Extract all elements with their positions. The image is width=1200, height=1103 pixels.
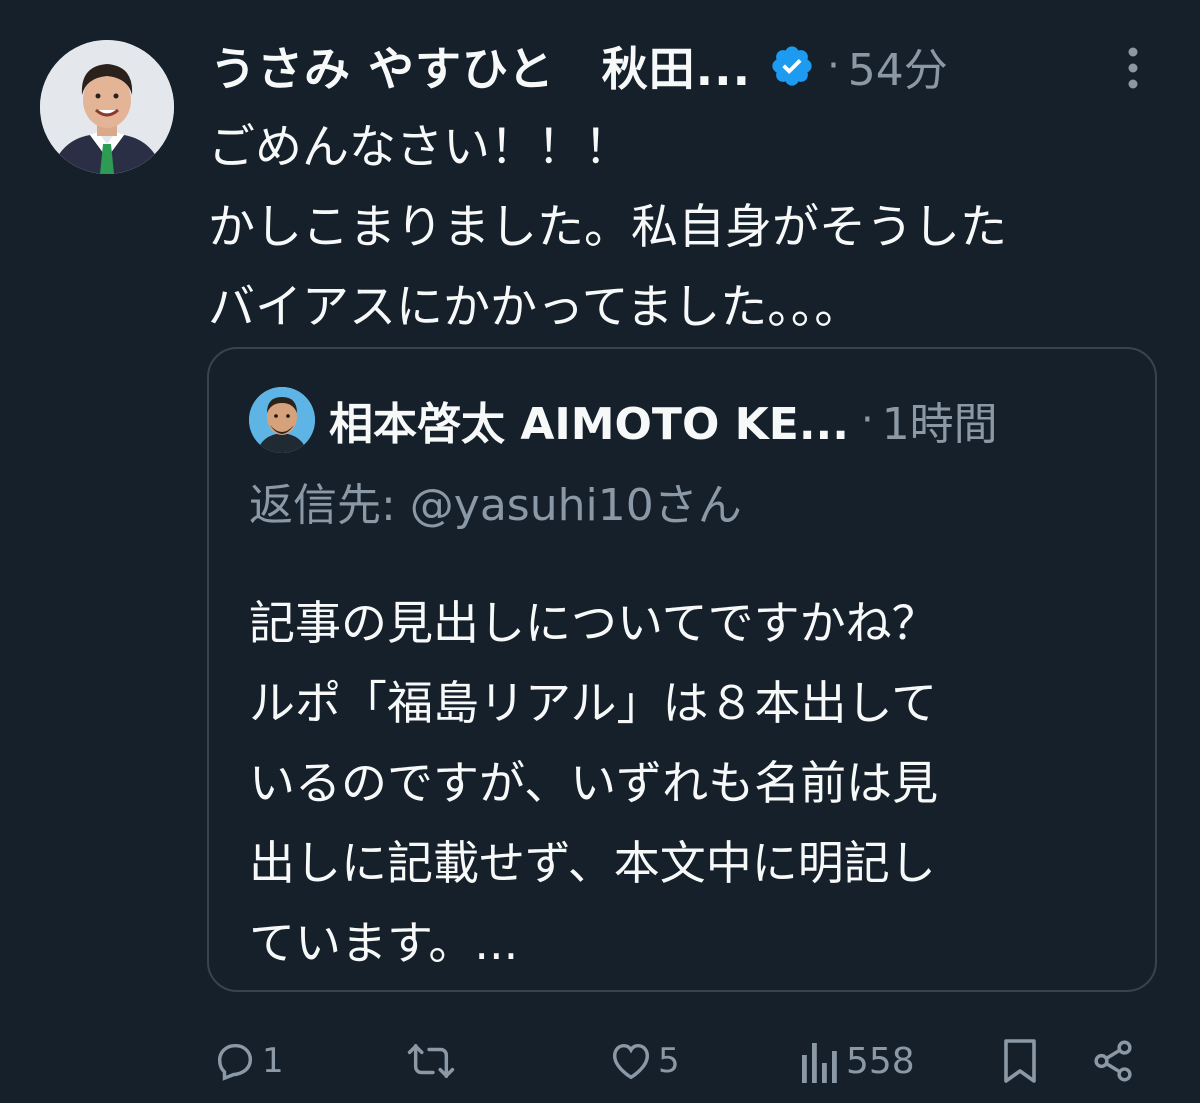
reply-button[interactable]: 1 [212, 1033, 284, 1089]
separator-dot: · [860, 397, 874, 443]
quoted-tweet-line: 出しに記載せず、本文中に明記し [249, 836, 936, 890]
quoted-tweet-line: 記事の見出しについてですかね？ [249, 596, 938, 650]
like-icon [608, 1038, 654, 1084]
quoted-tweet-header: 相本啓太 AIMOTO KE... · 1時間 [329, 385, 998, 455]
share-button[interactable] [1090, 1033, 1136, 1089]
tweet-line: ごめんなさい！！！ [208, 120, 631, 175]
reply-count: 1 [262, 1041, 284, 1081]
retweet-button[interactable] [406, 1033, 460, 1089]
author-avatar[interactable] [40, 40, 174, 174]
like-count: 5 [658, 1041, 680, 1081]
verified-badge-icon [769, 43, 815, 89]
tweet-line: かしこまりました。私自身がそうした [208, 200, 1007, 255]
tweet-timestamp[interactable]: 54分 [848, 34, 948, 98]
author-name[interactable]: うさみ やすひと 秋田... [210, 33, 751, 99]
views-button[interactable]: 558 [800, 1033, 915, 1089]
tweet-header: うさみ やすひと 秋田... · 54分 [210, 34, 948, 98]
retweet-icon [406, 1038, 456, 1084]
tweet-line: バイアスにかかってました。。。 [208, 280, 862, 335]
reply-icon [212, 1038, 258, 1084]
quoted-author-avatar[interactable] [249, 387, 315, 453]
quoted-tweet-body: 記事の見出しについてですかね？ ルポ「福島リアル」は８本出して いるのですが、い… [249, 583, 1129, 983]
quoted-author-name[interactable]: 相本啓太 AIMOTO KE... [329, 388, 849, 452]
bookmark-icon [1000, 1037, 1040, 1085]
quoted-tweet-timestamp: 1時間 [881, 399, 998, 450]
more-options-icon[interactable] [1117, 44, 1149, 92]
quoted-tweet-line: いるのですが、いずれも名前は見 [249, 756, 939, 810]
share-icon [1090, 1038, 1136, 1084]
view-count: 558 [846, 1040, 915, 1082]
bookmark-button[interactable] [1000, 1033, 1040, 1089]
views-icon [800, 1039, 840, 1083]
like-button[interactable]: 5 [608, 1033, 680, 1089]
tweet-body: ごめんなさい！！！ かしこまりました。私自身がそうした バイアスにかかってました… [208, 108, 1168, 348]
quoted-tweet-line: ています。... [249, 916, 519, 970]
quoted-tweet-line: ルポ「福島リアル」は８本出して [249, 676, 938, 730]
reply-to-label: 返信先: @yasuhi10さん [249, 480, 742, 531]
separator-dot: · [827, 43, 840, 89]
quoted-tweet[interactable]: 相本啓太 AIMOTO KE... · 1時間 返信先: @yasuhi10さん… [207, 347, 1157, 992]
action-bar: 1 5 558 [0, 1025, 1200, 1095]
